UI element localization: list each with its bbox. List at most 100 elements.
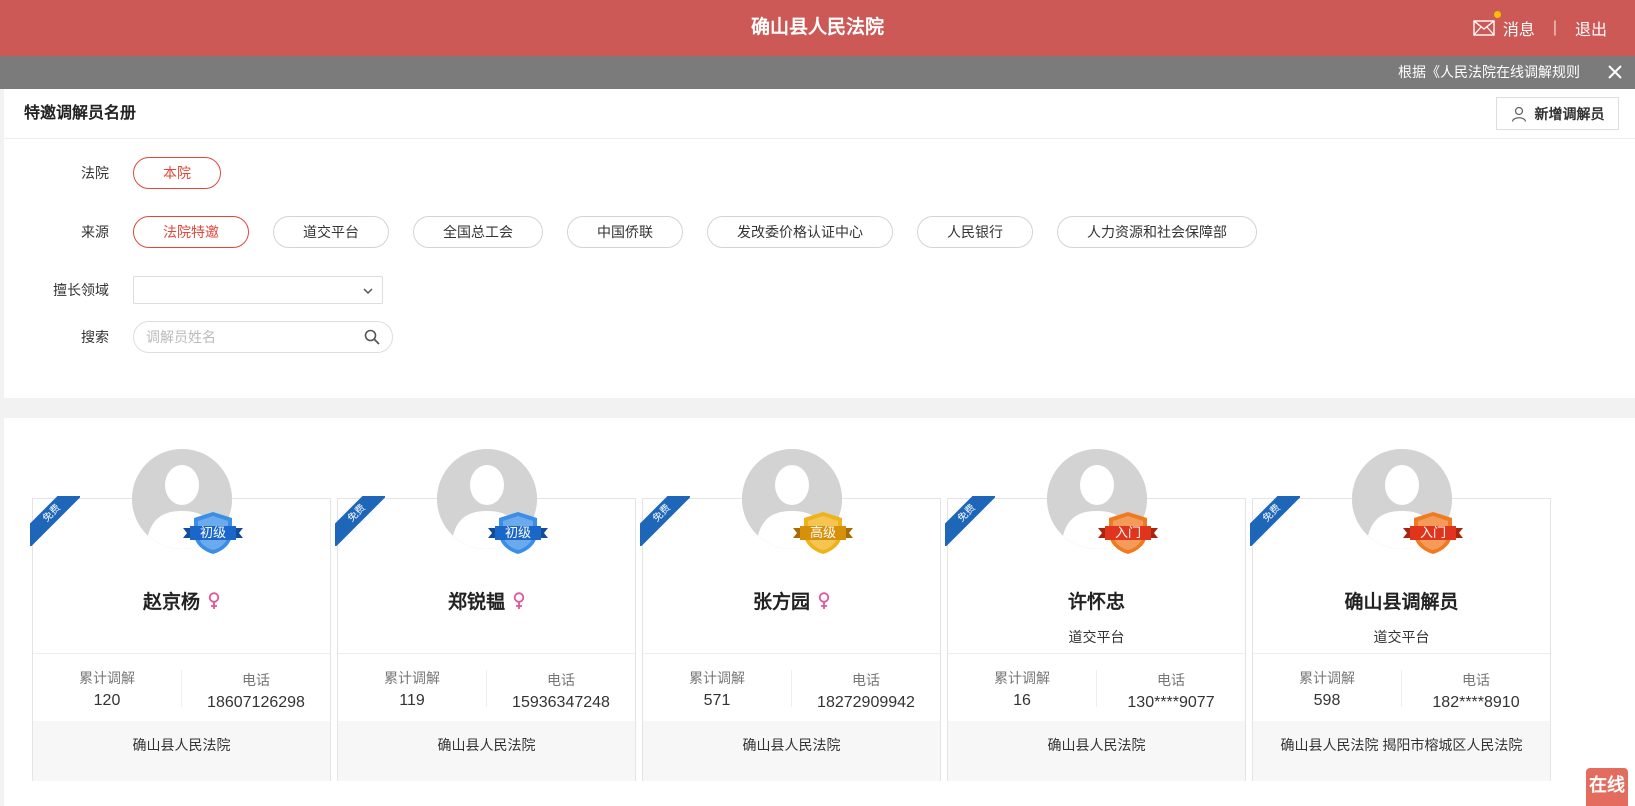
source-option[interactable]: 发改委价格认证中心 xyxy=(707,216,893,248)
mediator-name-row: 许怀忠 xyxy=(948,587,1245,614)
court-filter-label: 法院 xyxy=(81,165,109,181)
level-label: 初级 xyxy=(199,525,226,540)
mediator-name-row: 张方园 xyxy=(643,587,940,614)
phone-label: 电话 xyxy=(242,672,270,688)
free-ribbon-label: 免费 xyxy=(640,496,690,546)
level-label: 入门 xyxy=(1419,525,1446,540)
court-options: 本院 xyxy=(133,157,245,189)
mediator-card[interactable]: 免费 初级 赵京杨 累计调解 120 电话 18607126298 确山县人民法… xyxy=(30,449,331,781)
case-count: 累计调解 120 xyxy=(33,654,181,721)
mediator-stats: 累计调解 571 电话 18272909942 xyxy=(643,653,940,721)
phone-label: 电话 xyxy=(1157,672,1185,688)
free-ribbon-label: 免费 xyxy=(1250,496,1300,546)
top-bar: 确山县人民法院 消息 | 退出 xyxy=(0,0,1635,56)
add-mediator-button[interactable]: 新增调解员 xyxy=(1496,97,1619,130)
free-ribbon: 免费 xyxy=(640,496,690,546)
free-ribbon-label: 免费 xyxy=(945,496,995,546)
source-options: 法院特邀 道交平台 全国总工会 中国侨联 发改委价格认证中心 人民银行 人力资源… xyxy=(133,216,1281,248)
mediator-list: 免费 初级 赵京杨 累计调解 120 电话 18607126298 确山县人民法… xyxy=(4,418,1635,806)
logout-button[interactable]: 退出 xyxy=(1575,16,1607,40)
phone-value: 130****9077 xyxy=(1127,694,1215,711)
unread-dot xyxy=(1493,11,1501,18)
messages-button[interactable]: 消息 xyxy=(1473,11,1535,40)
close-icon[interactable] xyxy=(1605,62,1625,82)
mediator-card[interactable]: 免费 入门 许怀忠 道交平台 累计调解 16 电话 130****9077 确山… xyxy=(945,449,1246,781)
search-row: 搜索 xyxy=(4,321,393,353)
female-icon xyxy=(208,592,220,609)
panel-header: 特邀调解员名册 新增调解员 xyxy=(4,89,1635,139)
mediator-name-row: 确山县调解员 xyxy=(1253,587,1550,614)
mediator-court: 确山县人民法院 xyxy=(643,721,940,781)
free-ribbon: 免费 xyxy=(945,496,995,546)
mediator-stats: 累计调解 16 电话 130****9077 xyxy=(948,653,1245,721)
free-ribbon: 免费 xyxy=(1250,496,1300,546)
female-icon xyxy=(513,592,525,609)
phone: 电话 130****9077 xyxy=(1096,670,1245,711)
mediator-card[interactable]: 免费 初级 郑锐韫 累计调解 119 电话 15936347248 确山县人民法… xyxy=(335,449,636,781)
mediator-name: 许怀忠 xyxy=(1067,592,1125,613)
source-option[interactable]: 全国总工会 xyxy=(413,216,543,248)
phone-value: 18272909942 xyxy=(817,694,915,711)
area-select[interactable] xyxy=(133,276,383,304)
search-label: 搜索 xyxy=(81,329,109,345)
filter-panel: 特邀调解员名册 新增调解员 法院 本院 来源 法院特邀 道交平台 全国总工会 中… xyxy=(4,89,1635,398)
search-box xyxy=(133,321,393,353)
area-filter-row: 擅长领域 xyxy=(4,276,383,304)
source-option[interactable]: 法院特邀 xyxy=(133,216,249,248)
add-mediator-label: 新增调解员 xyxy=(1534,105,1605,122)
page-title: 特邀调解员名册 xyxy=(24,105,137,122)
area-filter-label: 擅长领域 xyxy=(53,282,109,298)
mediator-stats: 累计调解 120 电话 18607126298 xyxy=(33,653,330,721)
level-badge: 入门 xyxy=(1403,511,1463,557)
case-count-label: 累计调解 xyxy=(79,670,135,686)
case-count: 累计调解 571 xyxy=(643,654,791,721)
case-count-value: 120 xyxy=(93,692,121,709)
mediator-court: 确山县人民法院 xyxy=(948,721,1245,781)
level-label: 高级 xyxy=(809,525,836,540)
mediator-card[interactable]: 免费 入门 确山县调解员 道交平台 累计调解 598 电话 182****891… xyxy=(1250,449,1551,781)
mediator-card[interactable]: 免费 高级 张方园 累计调解 571 电话 18272909942 确山县人民法… xyxy=(640,449,941,781)
source-filter-row: 来源 法院特邀 道交平台 全国总工会 中国侨联 发改委价格认证中心 人民银行 人… xyxy=(4,216,1281,248)
header-actions: 消息 | 退出 xyxy=(1473,0,1607,56)
case-count-value: 571 xyxy=(703,692,731,709)
search-icon[interactable] xyxy=(364,329,380,345)
case-count: 累计调解 598 xyxy=(1253,654,1401,721)
case-count-label: 累计调解 xyxy=(689,670,745,686)
free-ribbon: 免费 xyxy=(30,496,80,546)
case-count-label: 累计调解 xyxy=(384,670,440,686)
source-option[interactable]: 人力资源和社会保障部 xyxy=(1057,216,1257,248)
phone-value: 18607126298 xyxy=(207,694,305,711)
level-badge: 初级 xyxy=(183,511,243,557)
mediator-source: 道交平台 xyxy=(1373,629,1430,645)
source-option[interactable]: 人民银行 xyxy=(917,216,1033,248)
level-label: 初级 xyxy=(504,525,531,540)
user-icon xyxy=(1511,106,1526,122)
free-ribbon-label: 免费 xyxy=(30,496,80,546)
mediator-stats: 累计调解 598 电话 182****8910 xyxy=(1253,653,1550,721)
mediator-name: 张方园 xyxy=(752,592,810,613)
free-ribbon-label: 免费 xyxy=(335,496,385,546)
chevron-down-icon xyxy=(363,288,373,295)
online-service-button[interactable]: 在线 xyxy=(1586,768,1628,806)
phone: 电话 15936347248 xyxy=(486,670,635,711)
free-ribbon: 免费 xyxy=(335,496,385,546)
header-separator: | xyxy=(1552,19,1557,36)
mediator-stats: 累计调解 119 电话 15936347248 xyxy=(338,653,635,721)
court-title: 确山县人民法院 xyxy=(750,17,884,38)
source-option[interactable]: 道交平台 xyxy=(273,216,389,248)
phone: 电话 182****8910 xyxy=(1401,670,1550,711)
case-count: 累计调解 16 xyxy=(948,654,1096,721)
messages-label: 消息 xyxy=(1502,22,1535,39)
case-count-value: 16 xyxy=(1013,692,1031,709)
phone-label: 电话 xyxy=(547,672,575,688)
female-icon xyxy=(818,592,830,609)
phone: 电话 18607126298 xyxy=(181,670,330,711)
source-option[interactable]: 中国侨联 xyxy=(567,216,683,248)
court-filter-row: 法院 本院 xyxy=(4,157,245,189)
level-badge: 高级 xyxy=(793,511,853,557)
search-input[interactable] xyxy=(146,322,356,352)
court-option-this[interactable]: 本院 xyxy=(133,157,221,189)
mediator-name: 赵京杨 xyxy=(142,592,200,613)
notice-text: 根据《人民法院在线调解规则 xyxy=(1398,64,1580,80)
phone-label: 电话 xyxy=(1462,672,1490,688)
